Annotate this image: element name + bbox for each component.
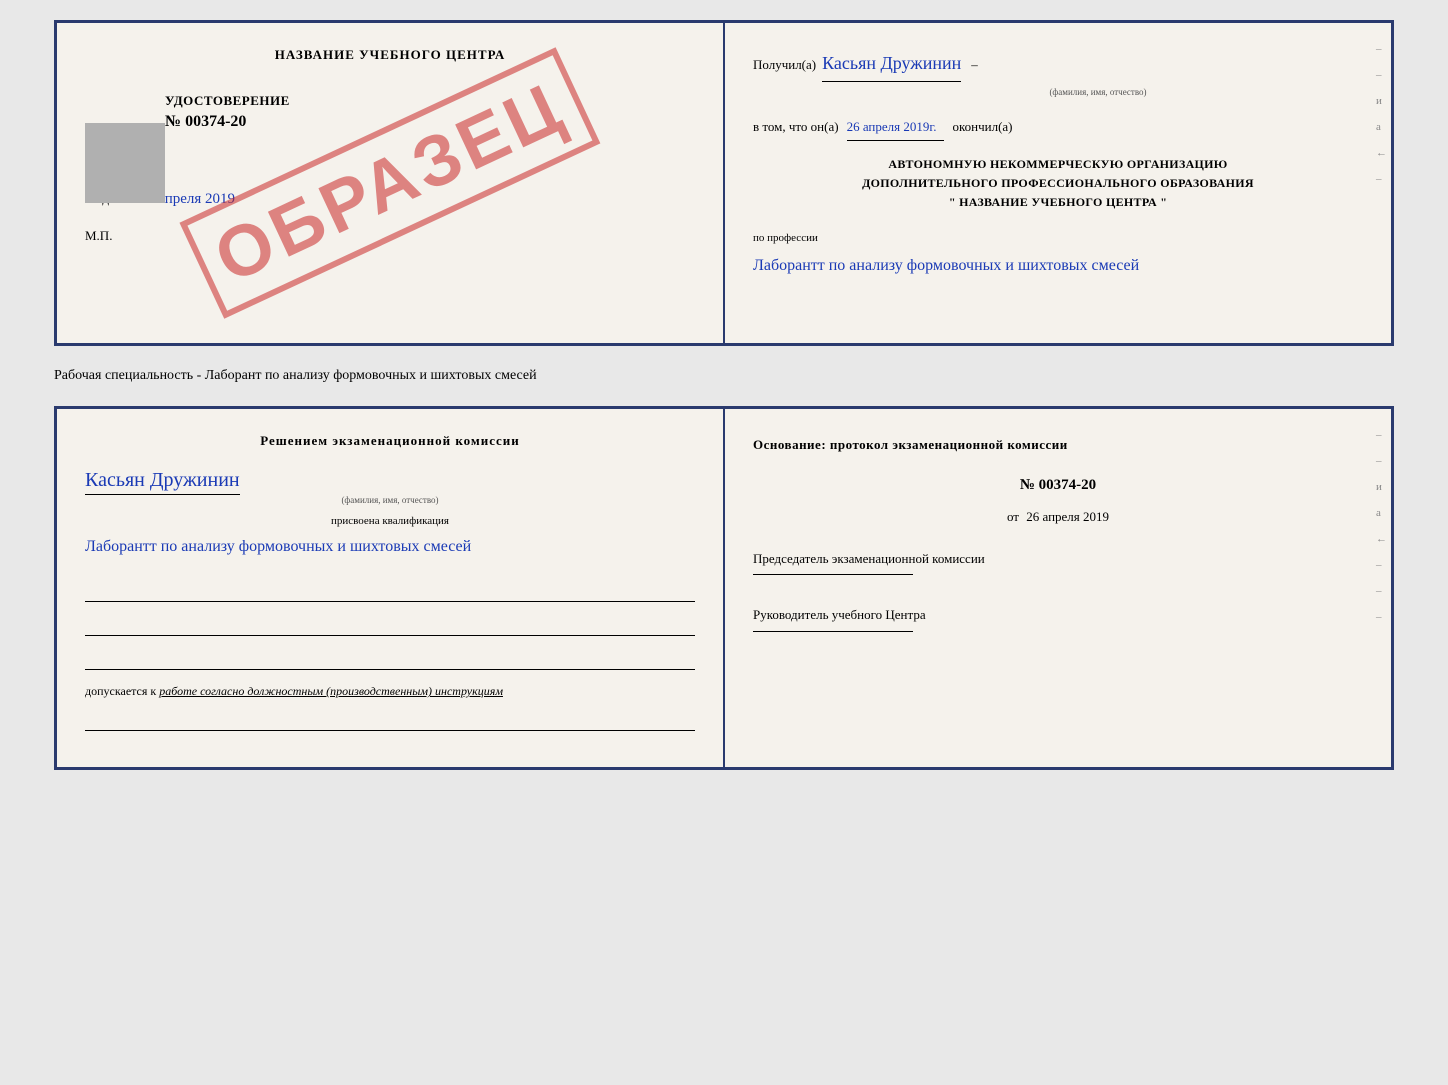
fio-subtitle-top: (фамилия, имя, отчество) (833, 84, 1363, 100)
top-doc-left: НАЗВАНИЕ УЧЕБНОГО ЦЕНТРА ОБРАЗЕЦ УДОСТОВ… (57, 23, 725, 343)
top-doc-right: Получил(а) Касьян Дружинин – (фамилия, и… (725, 23, 1391, 343)
po-professii-label: по профессии (753, 229, 1363, 249)
ot-label: от (1007, 509, 1019, 524)
right-side-chars: – – и а ← – (1376, 43, 1387, 185)
poluchil-label: Получил(а) (753, 53, 816, 76)
ot-date-line: от 26 апреля 2019 (753, 505, 1363, 528)
bottom-right-side-chars: – – и а ← – – – (1376, 429, 1387, 623)
profession-block: по профессии Лаборантт по анализу формов… (753, 229, 1363, 280)
qualification-text: Лаборантт по анализу формовочных и шихто… (85, 533, 695, 560)
top-right-content: Получил(а) Касьян Дружинин – (фамилия, и… (753, 47, 1363, 280)
kasyan-name-line: Касьян Дружинин (85, 469, 695, 495)
photo-placeholder (85, 123, 165, 203)
signature-lines (85, 580, 695, 670)
bottom-document: Решением экзаменационной комиссии Касьян… (54, 406, 1394, 770)
ot-date-value: 26 апреля 2019 (1026, 509, 1109, 524)
sig-line-1 (85, 580, 695, 602)
obrazec-watermark: ОБРАЗЕЦ (179, 47, 600, 319)
recipient-name-bottom: Касьян Дружинин (85, 469, 240, 495)
rukovoditel-sign-line (753, 631, 913, 632)
predsedatel-block: Председатель экзаменационной комиссии (753, 549, 1363, 576)
fio-subtitle-bottom: (фамилия, имя, отчество) (85, 495, 695, 505)
profession-handwritten: Лаборантт по анализу формовочных и шихто… (753, 252, 1363, 279)
top-left-title: НАЗВАНИЕ УЧЕБНОГО ЦЕНТРА (85, 47, 695, 63)
vydano-line: Выдано 26 апреля 2019 (85, 191, 695, 208)
rukovoditel-block: Руководитель учебного Центра (753, 605, 1363, 632)
okonchil-label: окончил(а) (952, 115, 1012, 138)
prisvoena-label: присвоена квалификация (85, 515, 695, 527)
osnovanie-label: Основание: протокол экзаменационной коми… (753, 433, 1363, 456)
udostoverenie-number: № 00374-20 (165, 113, 246, 131)
rukovoditel-label: Руководитель учебного Центра (753, 605, 1363, 625)
sig-line-4 (85, 709, 695, 731)
poluchil-line: Получил(а) Касьян Дружинин – (753, 47, 1363, 82)
predsedatel-label: Председатель экзаменационной комиссии (753, 549, 1363, 569)
recipient-name-top: Касьян Дружинин (822, 47, 961, 82)
sig-line-2 (85, 614, 695, 636)
org-line3: " НАЗВАНИЕ УЧЕБНОГО ЦЕНТРА " (753, 193, 1363, 212)
predsedatel-sign-line (753, 574, 913, 575)
vtom-line: в том, что он(а) 26 апреля 2019г. окончи… (753, 115, 1363, 141)
dash-separator: – (971, 53, 978, 76)
dopusk-text: работе согласно должностным (производств… (159, 684, 503, 698)
sig-line-3 (85, 648, 695, 670)
osnovanie-block: Основание: протокол экзаменационной коми… (753, 433, 1363, 632)
org-block: АВТОНОМНУЮ НЕКОММЕРЧЕСКУЮ ОРГАНИЗАЦИЮ ДО… (753, 155, 1363, 213)
org-line2: ДОПОЛНИТЕЛЬНОГО ПРОФЕССИОНАЛЬНОГО ОБРАЗО… (753, 174, 1363, 193)
udostoverenie-block: УДОСТОВЕРЕНИЕ № 00374-20 (85, 93, 695, 131)
resheniem-title: Решением экзаменационной комиссии (85, 433, 695, 449)
bottom-doc-left: Решением экзаменационной комиссии Касьян… (57, 409, 725, 767)
protocol-number: № 00374-20 (753, 472, 1363, 499)
dopuskaetsya-block: допускается к работе согласно должностны… (85, 684, 695, 699)
dopuskaetsya-label: допускается к (85, 684, 156, 698)
org-line1: АВТОНОМНУЮ НЕКОММЕРЧЕСКУЮ ОРГАНИЗАЦИЮ (753, 155, 1363, 174)
mp-line: М.П. (85, 228, 695, 244)
udostoverenie-label: УДОСТОВЕРЕНИЕ (165, 93, 290, 109)
top-document: НАЗВАНИЕ УЧЕБНОГО ЦЕНТРА ОБРАЗЕЦ УДОСТОВ… (54, 20, 1394, 346)
vtom-label: в том, что он(а) (753, 115, 839, 138)
bottom-doc-right: Основание: протокол экзаменационной коми… (725, 409, 1391, 767)
completion-date-top: 26 апреля 2019г. (847, 115, 945, 141)
separator-label: Рабочая специальность - Лаборант по анал… (54, 364, 1394, 388)
